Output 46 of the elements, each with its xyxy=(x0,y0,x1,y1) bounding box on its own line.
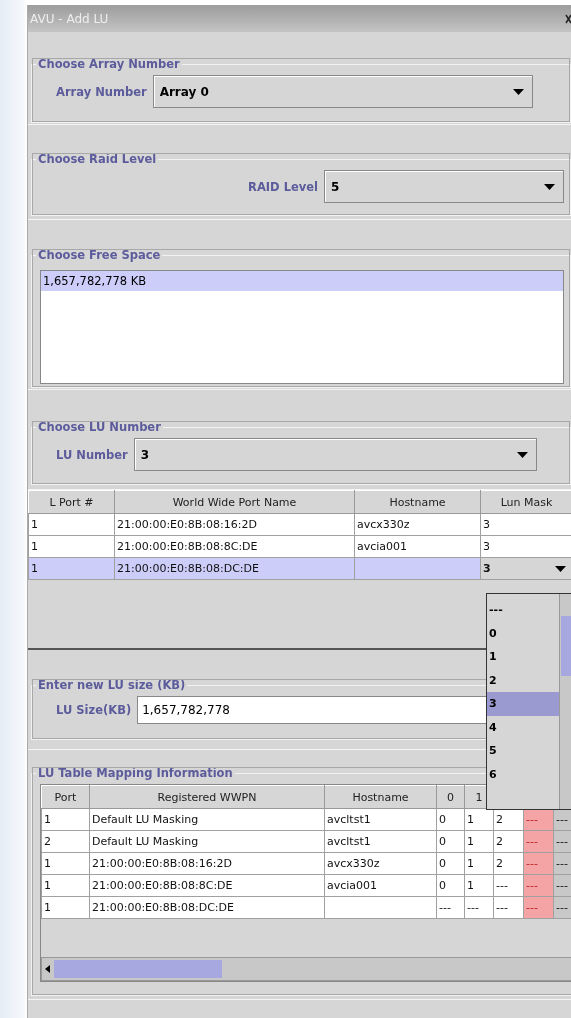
table-cell: Default LU Masking xyxy=(89,808,325,831)
dropdown-option[interactable]: 5 xyxy=(487,739,559,763)
column-header[interactable]: World Wide Port Name xyxy=(114,490,355,514)
group-title: Choose Raid Level xyxy=(37,152,158,166)
dropdown-option[interactable]: 0 xyxy=(487,621,559,645)
table-cell: 1 xyxy=(28,557,115,580)
field-label: LU Size(KB) xyxy=(56,703,132,717)
table-cell: Default LU Masking xyxy=(89,830,325,853)
table-cell: 21:00:00:E0:8B:08:16:2D xyxy=(89,852,325,875)
table-cell: 1 xyxy=(28,535,115,558)
group-title: Choose LU Number xyxy=(37,420,162,434)
dropdown[interactable]: 3 xyxy=(133,438,537,471)
dropdown-option[interactable]: 6 xyxy=(487,762,559,786)
table-cell: 1 xyxy=(28,513,115,536)
table-cell: 21:00:00:E0:8B:08:DC:DE xyxy=(114,557,355,580)
dropdown-option[interactable]: 1 xyxy=(487,645,559,669)
list-item[interactable]: 1,657,782,778 KB xyxy=(41,271,563,291)
table-cell: 2 xyxy=(41,830,90,853)
field-label: LU Number xyxy=(56,447,128,462)
table-cell: 21:00:00:E0:8B:08:DC:DE xyxy=(89,896,325,919)
dropdown-option[interactable]: --- xyxy=(487,598,559,622)
table-cell: 1 xyxy=(41,808,90,831)
column-header[interactable]: L Port # xyxy=(28,490,115,514)
column-header[interactable]: Port xyxy=(41,785,90,809)
column-header[interactable]: Hostname xyxy=(324,785,437,809)
group-title: Choose Array Number xyxy=(37,57,181,71)
dropdown-option[interactable]: 3 xyxy=(487,692,559,716)
column-header[interactable]: 0 xyxy=(436,785,465,809)
field-label: Array Number xyxy=(56,84,147,99)
table-cell: 1 xyxy=(41,852,90,875)
dropdown[interactable]: Array 0 xyxy=(152,75,533,108)
group-title: Enter new LU size (KB) xyxy=(37,678,187,692)
column-header[interactable]: Lun Mask xyxy=(480,490,571,514)
table-cell: 1 xyxy=(41,896,90,919)
dropdown-option[interactable]: 2 xyxy=(487,668,559,692)
column-header[interactable]: Registered WWPN xyxy=(89,785,325,809)
table-cell: 21:00:00:E0:8B:08:8C:DE xyxy=(89,874,325,897)
field-label: RAID Level xyxy=(248,179,318,194)
table-cell: 21:00:00:E0:8B:08:16:2D xyxy=(114,513,355,536)
column-header[interactable]: Hostname xyxy=(354,490,481,514)
group-title: LU Table Mapping Information xyxy=(37,766,234,780)
dropdown[interactable]: 5 xyxy=(324,170,564,203)
window-title: AVU - Add LU xyxy=(30,11,109,26)
group-title: Choose Free Space xyxy=(37,248,162,262)
table-cell: 21:00:00:E0:8B:08:8C:DE xyxy=(114,535,355,558)
table-cell: 1 xyxy=(41,874,90,897)
